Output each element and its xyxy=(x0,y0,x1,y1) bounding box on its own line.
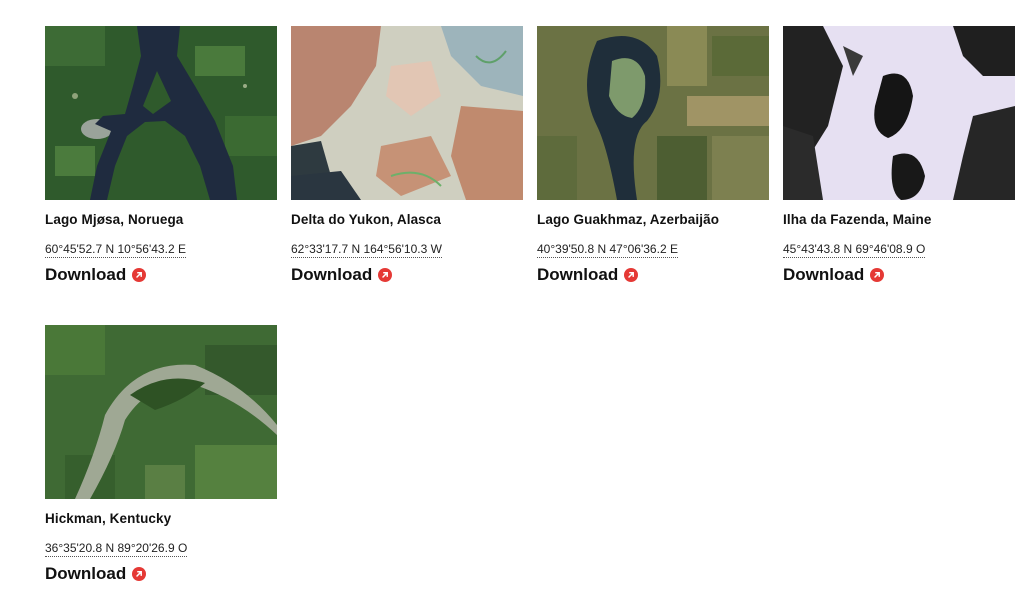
gallery-card: Delta do Yukon, Alasca 62°33'17.7 N 164°… xyxy=(291,26,523,285)
gallery-card: Hickman, Kentucky 36°35'20.8 N 89°20'26.… xyxy=(45,325,277,584)
download-label: Download xyxy=(537,265,619,284)
gallery-card: Lago Mjøsa, Noruega 60°45'52.7 N 10°56'4… xyxy=(45,26,277,285)
card-title: Ilha da Fazenda, Maine xyxy=(783,212,932,227)
image-gallery: Lago Mjøsa, Noruega 60°45'52.7 N 10°56'4… xyxy=(0,0,1024,589)
arrow-up-right-circle-icon xyxy=(132,567,147,581)
gallery-card: Ilha da Fazenda, Maine 45°43'43.8 N 69°4… xyxy=(783,26,1015,285)
coordinates-link[interactable]: 45°43'43.8 N 69°46'08.9 O xyxy=(783,242,926,258)
arrow-up-right-circle-icon xyxy=(870,268,885,282)
card-title: Lago Guakhmaz, Azerbaijão xyxy=(537,212,720,227)
arrow-up-right-circle-icon xyxy=(378,268,393,282)
farm-island-satellite-image[interactable] xyxy=(783,26,1015,200)
arrow-up-right-circle-icon xyxy=(132,268,147,282)
download-label: Download xyxy=(45,564,127,583)
gallery-card: Lago Guakhmaz, Azerbaijão 40°39'50.8 N 4… xyxy=(537,26,769,285)
download-label: Download xyxy=(783,265,865,284)
lake-guakhmaz-satellite-image[interactable] xyxy=(537,26,769,200)
download-label: Download xyxy=(291,265,373,284)
coordinates-link[interactable]: 60°45'52.7 N 10°56'43.2 E xyxy=(45,242,186,258)
download-link[interactable]: Download xyxy=(291,265,393,285)
coordinates-link[interactable]: 36°35'20.8 N 89°20'26.9 O xyxy=(45,541,188,557)
download-link[interactable]: Download xyxy=(537,265,639,285)
download-link[interactable]: Download xyxy=(45,265,147,285)
arrow-up-right-circle-icon xyxy=(624,268,639,282)
card-title: Hickman, Kentucky xyxy=(45,511,172,526)
download-link[interactable]: Download xyxy=(783,265,885,285)
lake-mjosa-satellite-image[interactable] xyxy=(45,26,277,200)
coordinates-link[interactable]: 62°33'17.7 N 164°56'10.3 W xyxy=(291,242,442,258)
download-label: Download xyxy=(45,265,127,284)
card-title: Lago Mjøsa, Noruega xyxy=(45,212,184,227)
coordinates-link[interactable]: 40°39'50.8 N 47°06'36.2 E xyxy=(537,242,678,258)
yukon-delta-satellite-image[interactable] xyxy=(291,26,523,200)
download-link[interactable]: Download xyxy=(45,564,147,584)
hickman-satellite-image[interactable] xyxy=(45,325,277,499)
card-title: Delta do Yukon, Alasca xyxy=(291,212,442,227)
